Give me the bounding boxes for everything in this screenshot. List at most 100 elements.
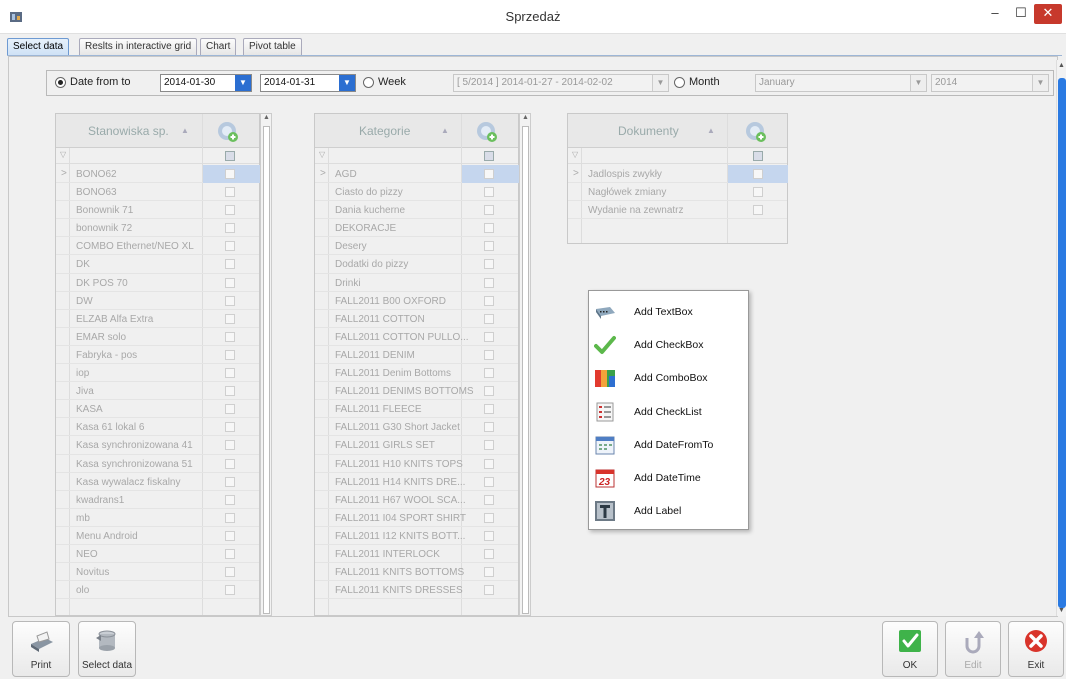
menu-item-add-combobox[interactable]: Add ComboBox bbox=[589, 361, 748, 394]
row-checkbox[interactable] bbox=[225, 530, 235, 541]
dropdown-arrow-icon[interactable]: ▼ bbox=[339, 75, 355, 91]
row-checkbox[interactable] bbox=[484, 169, 494, 179]
tab-select-data[interactable]: Select data bbox=[7, 38, 70, 55]
row-checkbox[interactable] bbox=[484, 404, 494, 415]
row-checkbox[interactable] bbox=[753, 205, 763, 216]
close-button[interactable]: ✕ bbox=[1034, 4, 1062, 24]
row-checkbox[interactable] bbox=[484, 548, 494, 559]
row-checkbox[interactable] bbox=[484, 530, 494, 541]
ok-button[interactable]: OK bbox=[882, 621, 938, 677]
filter-funnel-icon[interactable]: ▽ bbox=[572, 150, 578, 159]
main-vertical-scrollbar[interactable]: ▲ ▼ bbox=[1056, 60, 1066, 616]
row-checkbox[interactable] bbox=[225, 476, 235, 487]
table-row[interactable]: Bonownik 71 bbox=[56, 201, 259, 220]
row-checkbox[interactable] bbox=[225, 277, 235, 288]
dropdown-arrow-icon[interactable]: ▼ bbox=[1032, 75, 1048, 91]
table-row[interactable]: olo bbox=[56, 581, 259, 600]
table-row[interactable]: FALL2011 G30 Short Jacket bbox=[315, 418, 518, 437]
table-row[interactable]: FALL2011 COTTON PULLO... bbox=[315, 328, 518, 346]
date-from-picker[interactable]: 2014-01-30 ▼ bbox=[160, 74, 252, 92]
table-row[interactable]: > AGD bbox=[315, 165, 519, 184]
scroll-down-icon[interactable]: ▼ bbox=[1058, 607, 1065, 614]
row-checkbox[interactable] bbox=[225, 494, 235, 505]
edit-button[interactable]: Edit bbox=[945, 621, 1001, 677]
maximize-button[interactable]: ☐ bbox=[1008, 4, 1034, 24]
row-checkbox[interactable] bbox=[225, 169, 235, 179]
scrollbar-thumb[interactable] bbox=[1058, 78, 1066, 608]
row-checkbox[interactable] bbox=[225, 259, 235, 270]
menu-item-add-checkbox[interactable]: Add CheckBox bbox=[589, 328, 748, 361]
table-row[interactable]: DK POS 70 bbox=[56, 274, 259, 292]
row-checkbox[interactable] bbox=[484, 277, 494, 288]
dokumenty-grid[interactable]: Dokumenty ▲ ▽ > Jadlospis zwykły Nagłówek… bbox=[567, 113, 788, 244]
table-row[interactable]: KASA bbox=[56, 400, 259, 419]
add-column-icon[interactable] bbox=[217, 121, 239, 143]
table-row[interactable]: > Jadlospis zwykły bbox=[568, 165, 788, 184]
row-checkbox[interactable] bbox=[484, 259, 494, 270]
table-row[interactable]: COMBO Ethernet/NEO XL bbox=[56, 237, 259, 256]
kategorie-grid[interactable]: Kategorie ▲ ▽ > AGD Ciasto do pizzy Dania… bbox=[314, 113, 519, 616]
table-row[interactable]: Ciasto do pizzy bbox=[315, 183, 518, 202]
row-checkbox[interactable] bbox=[484, 476, 494, 487]
tab-pivot-table[interactable]: Pivot table bbox=[243, 38, 302, 55]
table-row[interactable]: Menu Android bbox=[56, 527, 259, 545]
row-checkbox[interactable] bbox=[484, 205, 494, 216]
table-row[interactable]: FALL2011 KNITS BOTTOMS bbox=[315, 563, 518, 582]
table-row[interactable]: kwadrans1 bbox=[56, 491, 259, 509]
row-checkbox[interactable] bbox=[225, 241, 235, 252]
table-row[interactable]: NEO bbox=[56, 545, 259, 564]
filter-funnel-icon[interactable]: ▽ bbox=[60, 150, 66, 159]
table-row[interactable]: Wydanie na zewnatrz bbox=[568, 201, 787, 220]
scroll-up-icon[interactable]: ▲ bbox=[263, 114, 270, 121]
tab-chart[interactable]: Chart bbox=[200, 38, 237, 55]
date-to-picker[interactable]: 2014-01-31 ▼ bbox=[260, 74, 356, 92]
table-row[interactable]: Kasa synchronizowana 41 bbox=[56, 436, 259, 455]
row-checkbox[interactable] bbox=[225, 368, 235, 379]
table-row[interactable]: ELZAB Alfa Extra bbox=[56, 310, 259, 328]
year-select[interactable]: 2014 ▼ bbox=[931, 74, 1049, 92]
row-checkbox[interactable] bbox=[225, 386, 235, 397]
row-checkbox[interactable] bbox=[225, 548, 235, 559]
row-checkbox[interactable] bbox=[225, 313, 235, 324]
row-checkbox[interactable] bbox=[484, 494, 494, 505]
row-checkbox[interactable] bbox=[484, 349, 494, 360]
row-checkbox[interactable] bbox=[484, 368, 494, 379]
radio-dot-icon[interactable] bbox=[55, 76, 66, 88]
print-button[interactable]: Print bbox=[12, 621, 70, 677]
select-all-checkbox[interactable] bbox=[753, 151, 763, 161]
row-checkbox[interactable] bbox=[484, 187, 494, 198]
sort-arrow-icon[interactable]: ▲ bbox=[441, 126, 449, 135]
table-row[interactable]: Kasa wywalacz fiskalny bbox=[56, 473, 259, 491]
row-checkbox[interactable] bbox=[484, 440, 494, 451]
table-row[interactable]: Drinki bbox=[315, 274, 518, 292]
scroll-up-icon[interactable]: ▲ bbox=[1058, 62, 1065, 69]
row-checkbox[interactable] bbox=[484, 241, 494, 252]
add-column-icon[interactable] bbox=[476, 121, 498, 143]
table-row[interactable]: FALL2011 Denim Bottoms bbox=[315, 364, 518, 383]
column-header-dokumenty[interactable]: Dokumenty bbox=[618, 124, 679, 138]
week-select[interactable]: [ 5/2014 ] 2014-01-27 - 2014-02-02 ▼ bbox=[453, 74, 669, 92]
column-header-kategorie[interactable]: Kategorie bbox=[359, 124, 410, 138]
exit-button[interactable]: Exit bbox=[1008, 621, 1064, 677]
menu-item-add-checklist[interactable]: Add CheckList bbox=[589, 395, 748, 428]
table-row[interactable]: Dodatki do pizzy bbox=[315, 255, 518, 274]
row-checkbox[interactable] bbox=[753, 169, 763, 179]
table-row[interactable]: FALL2011 H67 WOOL SCA... bbox=[315, 491, 518, 509]
row-checkbox[interactable] bbox=[225, 567, 235, 578]
table-row[interactable]: Novitus bbox=[56, 563, 259, 582]
select-data-button[interactable]: Select data bbox=[78, 621, 136, 677]
table-row[interactable]: FALL2011 GIRLS SET bbox=[315, 436, 518, 455]
table-row[interactable]: EMAR solo bbox=[56, 328, 259, 346]
table-row[interactable]: iop bbox=[56, 364, 259, 383]
row-checkbox[interactable] bbox=[225, 422, 235, 433]
row-checkbox[interactable] bbox=[484, 386, 494, 397]
month-select[interactable]: January ▼ bbox=[755, 74, 927, 92]
table-row[interactable]: bonownik 72 bbox=[56, 219, 259, 238]
row-checkbox[interactable] bbox=[225, 187, 235, 198]
table-row[interactable]: DK bbox=[56, 255, 259, 274]
row-checkbox[interactable] bbox=[484, 458, 494, 469]
row-checkbox[interactable] bbox=[225, 295, 235, 306]
row-checkbox[interactable] bbox=[484, 331, 494, 342]
scrollbar-thumb[interactable] bbox=[522, 126, 529, 614]
table-row[interactable]: BONO63 bbox=[56, 183, 259, 202]
